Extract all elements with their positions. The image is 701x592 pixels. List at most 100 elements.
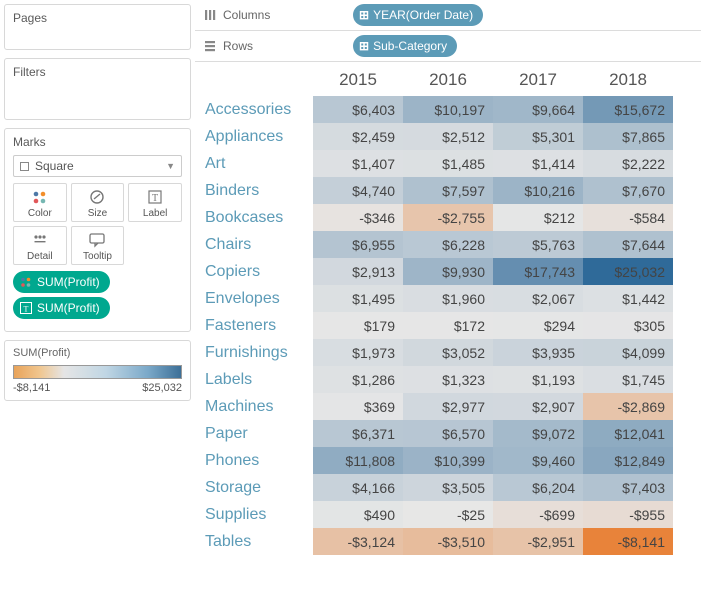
- size-button[interactable]: Size: [71, 183, 125, 222]
- data-cell[interactable]: $490: [313, 501, 403, 528]
- rows-pill[interactable]: ⊞ Sub-Category: [353, 35, 457, 57]
- data-cell[interactable]: $25,032: [583, 258, 673, 285]
- data-cell[interactable]: $7,644: [583, 231, 673, 258]
- data-cell[interactable]: $6,403: [313, 96, 403, 123]
- data-cell[interactable]: $212: [493, 204, 583, 231]
- data-cell[interactable]: $305: [583, 312, 673, 339]
- data-cell[interactable]: $6,955: [313, 231, 403, 258]
- data-cell[interactable]: $6,371: [313, 420, 403, 447]
- tooltip-button[interactable]: Tooltip: [71, 226, 125, 265]
- data-cell[interactable]: -$2,869: [583, 393, 673, 420]
- data-cell[interactable]: $7,865: [583, 123, 673, 150]
- row-header[interactable]: Paper: [203, 420, 313, 447]
- data-cell[interactable]: $1,495: [313, 285, 403, 312]
- data-cell[interactable]: $9,664: [493, 96, 583, 123]
- data-cell[interactable]: $7,597: [403, 177, 493, 204]
- data-cell[interactable]: -$2,951: [493, 528, 583, 555]
- columns-pill[interactable]: ⊞ YEAR(Order Date): [353, 4, 483, 26]
- data-cell[interactable]: -$3,510: [403, 528, 493, 555]
- data-cell[interactable]: $172: [403, 312, 493, 339]
- row-header[interactable]: Binders: [203, 177, 313, 204]
- data-cell[interactable]: $294: [493, 312, 583, 339]
- data-cell[interactable]: $4,740: [313, 177, 403, 204]
- data-cell[interactable]: $10,197: [403, 96, 493, 123]
- data-cell[interactable]: $1,485: [403, 150, 493, 177]
- color-legend[interactable]: SUM(Profit) -$8,141 $25,032: [4, 340, 191, 401]
- color-encoding-pill[interactable]: SUM(Profit): [13, 271, 110, 293]
- data-cell[interactable]: $1,193: [493, 366, 583, 393]
- row-header[interactable]: Chairs: [203, 231, 313, 258]
- data-cell[interactable]: $10,399: [403, 447, 493, 474]
- data-cell[interactable]: -$699: [493, 501, 583, 528]
- label-button[interactable]: T Label: [128, 183, 182, 222]
- data-cell[interactable]: $1,323: [403, 366, 493, 393]
- row-header[interactable]: Accessories: [203, 96, 313, 123]
- row-header[interactable]: Tables: [203, 528, 313, 555]
- data-cell[interactable]: $1,442: [583, 285, 673, 312]
- data-cell[interactable]: $2,977: [403, 393, 493, 420]
- pages-shelf[interactable]: Pages: [4, 4, 191, 50]
- data-cell[interactable]: -$584: [583, 204, 673, 231]
- row-header[interactable]: Art: [203, 150, 313, 177]
- data-cell[interactable]: $2,512: [403, 123, 493, 150]
- data-cell[interactable]: $11,808: [313, 447, 403, 474]
- data-cell[interactable]: -$2,755: [403, 204, 493, 231]
- data-cell[interactable]: -$8,141: [583, 528, 673, 555]
- row-header[interactable]: Bookcases: [203, 204, 313, 231]
- data-cell[interactable]: $1,960: [403, 285, 493, 312]
- row-header[interactable]: Labels: [203, 366, 313, 393]
- data-cell[interactable]: $12,041: [583, 420, 673, 447]
- data-cell[interactable]: $2,459: [313, 123, 403, 150]
- detail-button[interactable]: Detail: [13, 226, 67, 265]
- row-header[interactable]: Supplies: [203, 501, 313, 528]
- row-header[interactable]: Storage: [203, 474, 313, 501]
- color-button[interactable]: Color: [13, 183, 67, 222]
- data-cell[interactable]: $6,228: [403, 231, 493, 258]
- data-cell[interactable]: $7,403: [583, 474, 673, 501]
- row-header[interactable]: Appliances: [203, 123, 313, 150]
- data-cell[interactable]: $2,067: [493, 285, 583, 312]
- row-header[interactable]: Fasteners: [203, 312, 313, 339]
- row-header[interactable]: Furnishings: [203, 339, 313, 366]
- data-cell[interactable]: $7,670: [583, 177, 673, 204]
- data-cell[interactable]: $2,913: [313, 258, 403, 285]
- data-cell[interactable]: $1,286: [313, 366, 403, 393]
- data-cell[interactable]: -$3,124: [313, 528, 403, 555]
- data-cell[interactable]: $4,099: [583, 339, 673, 366]
- column-header[interactable]: 2016: [403, 62, 493, 96]
- data-cell[interactable]: $9,930: [403, 258, 493, 285]
- data-cell[interactable]: $6,204: [493, 474, 583, 501]
- data-cell[interactable]: $1,745: [583, 366, 673, 393]
- data-cell[interactable]: $5,301: [493, 123, 583, 150]
- data-cell[interactable]: $5,763: [493, 231, 583, 258]
- column-header[interactable]: 2017: [493, 62, 583, 96]
- data-cell[interactable]: $12,849: [583, 447, 673, 474]
- data-cell[interactable]: $369: [313, 393, 403, 420]
- data-cell[interactable]: -$25: [403, 501, 493, 528]
- data-cell[interactable]: $2,222: [583, 150, 673, 177]
- column-header[interactable]: 2015: [313, 62, 403, 96]
- column-header[interactable]: 2018: [583, 62, 673, 96]
- data-cell[interactable]: $3,052: [403, 339, 493, 366]
- mark-type-dropdown[interactable]: Square ▼: [13, 155, 182, 177]
- rows-shelf[interactable]: Rows ⊞ Sub-Category: [195, 31, 701, 62]
- data-cell[interactable]: -$955: [583, 501, 673, 528]
- data-cell[interactable]: $1,414: [493, 150, 583, 177]
- data-cell[interactable]: $9,460: [493, 447, 583, 474]
- data-cell[interactable]: $179: [313, 312, 403, 339]
- data-cell[interactable]: $1,973: [313, 339, 403, 366]
- row-header[interactable]: Copiers: [203, 258, 313, 285]
- data-cell[interactable]: -$346: [313, 204, 403, 231]
- data-cell[interactable]: $4,166: [313, 474, 403, 501]
- data-cell[interactable]: $9,072: [493, 420, 583, 447]
- data-cell[interactable]: $6,570: [403, 420, 493, 447]
- columns-shelf[interactable]: Columns ⊞ YEAR(Order Date): [195, 0, 701, 31]
- data-cell[interactable]: $10,216: [493, 177, 583, 204]
- filters-shelf[interactable]: Filters: [4, 58, 191, 120]
- data-cell[interactable]: $3,505: [403, 474, 493, 501]
- row-header[interactable]: Machines: [203, 393, 313, 420]
- data-cell[interactable]: $2,907: [493, 393, 583, 420]
- data-cell[interactable]: $15,672: [583, 96, 673, 123]
- label-encoding-pill[interactable]: T SUM(Profit): [13, 297, 110, 319]
- row-header[interactable]: Envelopes: [203, 285, 313, 312]
